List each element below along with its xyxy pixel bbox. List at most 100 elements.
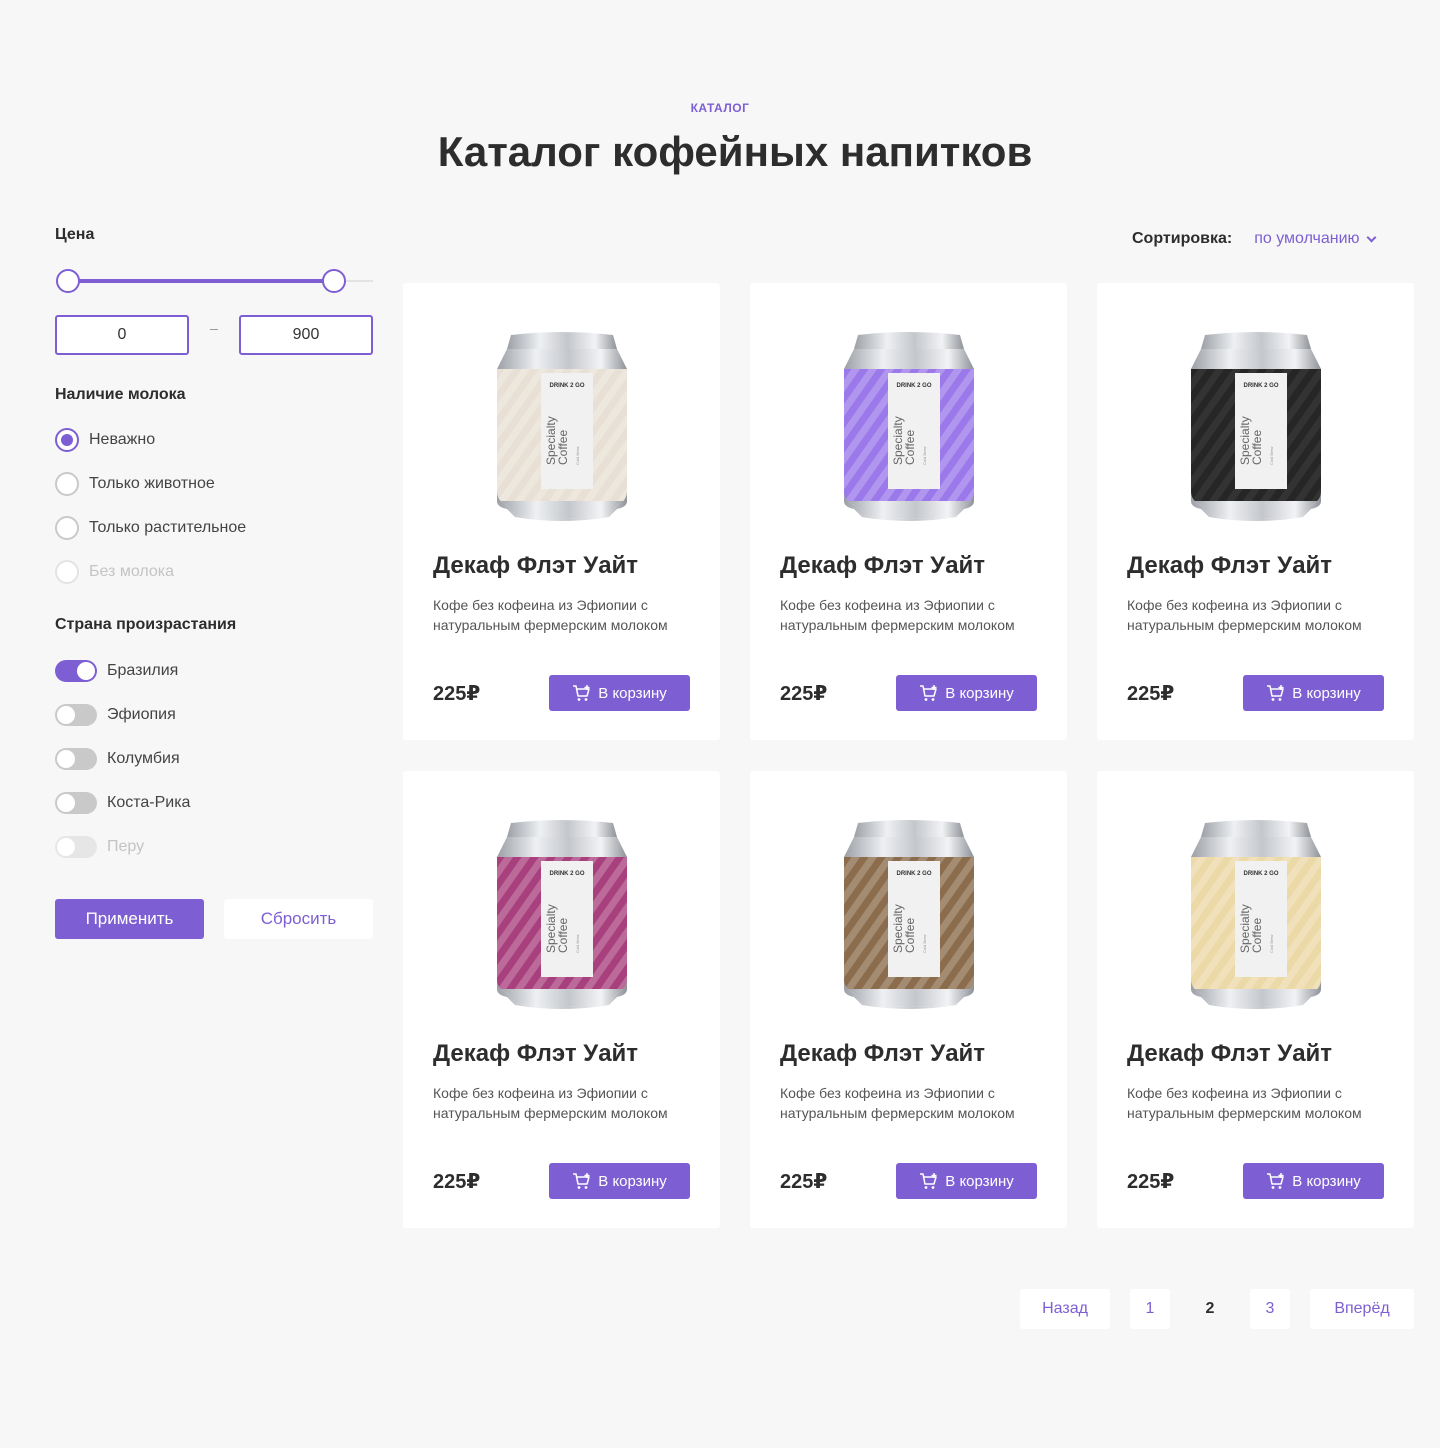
svg-text:Coffee: Coffee [556, 918, 570, 953]
pagination-next[interactable]: Вперёд [1310, 1289, 1414, 1329]
svg-text:Cold Brew: Cold Brew [1269, 934, 1274, 953]
catalog-eyebrow: КАТАЛОГ [690, 101, 750, 115]
radio-button[interactable] [55, 516, 79, 540]
product-title[interactable]: Декаф Флэт Уайт [433, 552, 638, 580]
milk-option[interactable]: Неважно [55, 428, 155, 452]
add-to-cart-label: В корзину [945, 684, 1014, 702]
sort-value[interactable]: по умолчанию [1254, 230, 1359, 248]
product-card[interactable]: DRINK 2 GO Specialty Coffee Cold Brew Декаф … [750, 771, 1067, 1228]
product-title[interactable]: Декаф Флэт Уайт [433, 1040, 638, 1068]
country-option[interactable]: Коста-Рика [55, 791, 190, 815]
svg-text:Coffee: Coffee [903, 430, 917, 465]
add-to-cart-label: В корзину [945, 1172, 1014, 1190]
add-to-cart-button[interactable]: В корзину [896, 675, 1037, 711]
add-to-cart-button[interactable]: В корзину [896, 1163, 1037, 1199]
cart-add-icon [919, 1172, 939, 1190]
svg-text:Coffee: Coffee [1250, 430, 1264, 465]
add-to-cart-button[interactable]: В корзину [1243, 675, 1384, 711]
milk-filter-label: Наличие молока [55, 386, 186, 403]
product-description: Кофе без кофеина из Эфиопии с натуральны… [433, 1085, 668, 1121]
svg-text:Cold Brew: Cold Brew [1269, 446, 1274, 465]
product-image[interactable]: DRINK 2 GO Specialty Coffee Cold Brew [1191, 819, 1321, 1009]
cart-add-icon [919, 684, 939, 702]
toggle-switch [55, 836, 97, 858]
product-description: Кофе без кофеина из Эфиопии с натуральны… [780, 597, 1015, 633]
cart-add-icon [1266, 684, 1286, 702]
add-to-cart-button[interactable]: В корзину [1243, 1163, 1384, 1199]
country-option[interactable]: Колумбия [55, 747, 180, 771]
pagination-page[interactable]: 2 [1190, 1289, 1230, 1329]
product-image[interactable]: DRINK 2 GO Specialty Coffee Cold Brew [497, 331, 627, 521]
page-title: Каталог кофейных напитков [437, 128, 1033, 175]
svg-text:Coffee: Coffee [1250, 918, 1264, 953]
product-image[interactable]: DRINK 2 GO Specialty Coffee Cold Brew [844, 331, 974, 521]
product-title[interactable]: Декаф Флэт Уайт [1127, 1040, 1332, 1068]
cart-add-icon [572, 1172, 592, 1190]
slider-min-handle[interactable] [56, 269, 80, 293]
product-price: 225₽ [433, 683, 481, 705]
slider-max-handle[interactable] [322, 269, 346, 293]
product-description: Кофе без кофеина из Эфиопии с натуральны… [1127, 1085, 1362, 1121]
country-option-label: Перу [107, 838, 145, 855]
svg-text:Coffee: Coffee [556, 430, 570, 465]
svg-text:Cold Brew: Cold Brew [575, 446, 580, 465]
country-option[interactable]: Эфиопия [55, 703, 176, 727]
radio-button[interactable] [55, 472, 79, 496]
product-price: 225₽ [433, 1171, 481, 1193]
toggle-switch[interactable] [55, 660, 97, 682]
add-to-cart-button[interactable]: В корзину [549, 1163, 690, 1199]
toggle-switch[interactable] [55, 792, 97, 814]
product-title[interactable]: Декаф Флэт Уайт [1127, 552, 1332, 580]
product-card[interactable]: DRINK 2 GO Specialty Coffee Cold Brew Декаф … [403, 771, 720, 1228]
pagination-prev[interactable]: Назад [1020, 1289, 1110, 1329]
svg-text:DRINK 2 GO: DRINK 2 GO [1243, 383, 1278, 389]
milk-option[interactable]: Только растительное [55, 516, 246, 540]
product-title[interactable]: Декаф Флэт Уайт [780, 1040, 985, 1068]
product-title[interactable]: Декаф Флэт Уайт [780, 552, 985, 580]
price-max-input[interactable]: 900 [239, 315, 373, 355]
product-card[interactable]: DRINK 2 GO Specialty Coffee Cold Brew Декаф … [403, 283, 720, 740]
country-option[interactable]: Бразилия [55, 659, 178, 683]
toggle-switch[interactable] [55, 704, 97, 726]
country-filter-label: Страна произрастания [55, 616, 237, 633]
product-card[interactable]: DRINK 2 GO Specialty Coffee Cold Brew Декаф … [1097, 283, 1414, 740]
chevron-down-icon[interactable] [1366, 232, 1377, 242]
svg-text:DRINK 2 GO: DRINK 2 GO [896, 871, 931, 877]
sort-label: Сортировка: [1132, 230, 1233, 247]
milk-option-label: Без молока [89, 563, 175, 580]
sort-control[interactable]: Сортировка: по умолчанию [1132, 230, 1377, 248]
product-image[interactable]: DRINK 2 GO Specialty Coffee Cold Brew [844, 819, 974, 1009]
milk-option[interactable]: Только животное [55, 472, 215, 496]
svg-text:Cold Brew: Cold Brew [575, 934, 580, 953]
svg-text:Cold Brew: Cold Brew [922, 934, 927, 953]
pagination-page[interactable]: 3 [1250, 1289, 1290, 1329]
product-card[interactable]: DRINK 2 GO Specialty Coffee Cold Brew Декаф … [1097, 771, 1414, 1228]
add-to-cart-button[interactable]: В корзину [549, 675, 690, 711]
product-image[interactable]: DRINK 2 GO Specialty Coffee Cold Brew [1191, 331, 1321, 521]
cart-add-icon [572, 684, 592, 702]
country-option-label: Бразилия [107, 662, 179, 679]
add-to-cart-label: В корзину [598, 684, 667, 702]
product-price: 225₽ [1127, 1171, 1175, 1193]
price-range-slider[interactable] [55, 268, 373, 294]
cart-add-icon [1266, 1172, 1286, 1190]
price-inputs: 0 900 [55, 315, 373, 355]
apply-button[interactable]: Применить [55, 899, 204, 939]
reset-button[interactable]: Сбросить [224, 899, 373, 939]
svg-text:DRINK 2 GO: DRINK 2 GO [549, 871, 584, 877]
add-to-cart-label: В корзину [1292, 684, 1361, 702]
toggle-switch[interactable] [55, 748, 97, 770]
product-price: 225₽ [1127, 683, 1175, 705]
radio-button[interactable] [55, 428, 79, 452]
add-to-cart-label: В корзину [598, 1172, 667, 1190]
svg-text:Coffee: Coffee [903, 918, 917, 953]
product-image[interactable]: DRINK 2 GO Specialty Coffee Cold Brew [497, 819, 627, 1009]
product-description: Кофе без кофеина из Эфиопии с натуральны… [1127, 597, 1362, 633]
svg-text:DRINK 2 GO: DRINK 2 GO [549, 383, 584, 389]
pagination-page[interactable]: 1 [1130, 1289, 1170, 1329]
price-min-input[interactable]: 0 [55, 315, 189, 355]
product-card[interactable]: DRINK 2 GO Specialty Coffee Cold Brew Декаф … [750, 283, 1067, 740]
product-price: 225₽ [780, 683, 828, 705]
svg-text:DRINK 2 GO: DRINK 2 GO [1243, 871, 1278, 877]
product-price: 225₽ [780, 1171, 828, 1193]
